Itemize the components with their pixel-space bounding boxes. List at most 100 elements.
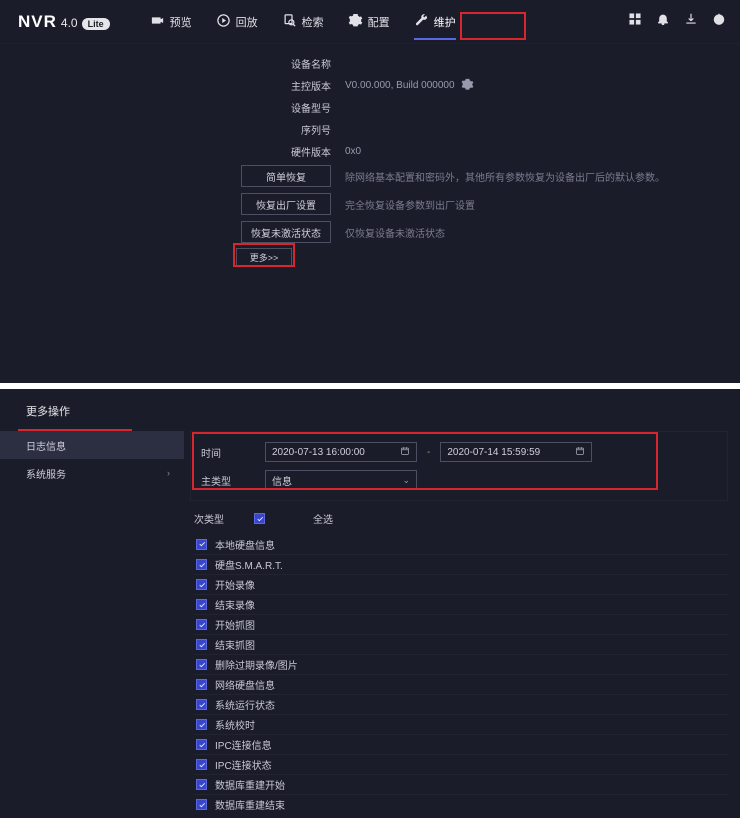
nav-maintenance-label: 维护 xyxy=(434,14,456,30)
nav-config-label: 配置 xyxy=(368,14,390,30)
sidebar-item-sys-service-label: 系统服务 xyxy=(26,466,66,481)
label-time: 时间 xyxy=(201,445,265,460)
power-icon[interactable] xyxy=(712,12,726,31)
subtype-checkbox[interactable] xyxy=(196,699,207,710)
subtype-row: 开始抓图 xyxy=(194,614,728,634)
subtype-row: IPC连接状态 xyxy=(194,754,728,774)
label-firmware: 主控版本 xyxy=(0,78,345,93)
subtype-label: 系统运行状态 xyxy=(215,697,275,712)
main-type-value: 信息 xyxy=(272,473,292,488)
subtype-checkbox[interactable] xyxy=(196,639,207,650)
subtype-label: 网络硬盘信息 xyxy=(215,677,275,692)
firmware-settings-icon[interactable] xyxy=(461,78,475,92)
search-doc-icon xyxy=(282,13,297,31)
subtype-label: 开始录像 xyxy=(215,577,255,592)
label-device-name: 设备名称 xyxy=(0,56,345,71)
subtype-row: 硬盘S.M.A.R.T. xyxy=(194,554,728,574)
label-serial: 序列号 xyxy=(0,122,345,137)
subtype-checkbox[interactable] xyxy=(196,799,207,810)
subtype-checkbox[interactable] xyxy=(196,719,207,730)
brand-version: 4.0 xyxy=(61,16,78,30)
more-button[interactable]: 更多>> xyxy=(236,248,292,266)
subtype-checkbox[interactable] xyxy=(196,739,207,750)
nav-preview[interactable]: 预览 xyxy=(138,0,204,44)
subtype-label: 开始抓图 xyxy=(215,617,255,632)
select-all-checkbox[interactable] xyxy=(254,513,265,524)
nav-playback-label: 回放 xyxy=(236,14,258,30)
subtype-label: 数据库重建开始 xyxy=(215,777,285,792)
value-firmware: V0.00.000, Build 000000 xyxy=(345,80,455,91)
subtype-checkbox[interactable] xyxy=(196,599,207,610)
nav-config[interactable]: 配置 xyxy=(336,0,402,44)
subtype-row: 数据库重建结束 xyxy=(194,794,728,814)
time-dash: - xyxy=(427,447,430,458)
simple-restore-desc: 除网络基本配置和密码外，其他所有参数恢复为设备出厂后的默认参数。 xyxy=(345,169,665,184)
main-type-select[interactable]: 信息 ⌄ xyxy=(265,470,417,490)
nav-preview-label: 预览 xyxy=(170,14,192,30)
subtype-label: 数据库重建结束 xyxy=(215,797,285,812)
sidebar-item-sys-service[interactable]: 系统服务 › xyxy=(0,459,184,487)
more-ops-panel: 更多操作 日志信息 系统服务 › 时间 2020-07-13 16:00:00 … xyxy=(0,389,740,818)
brand-name: NVR xyxy=(18,12,57,32)
log-content: 时间 2020-07-13 16:00:00 - 2020-07-14 15:5… xyxy=(184,431,740,814)
brand-logo: NVR 4.0 Lite xyxy=(18,12,110,32)
subtype-row: 结束抓图 xyxy=(194,634,728,654)
play-circle-icon xyxy=(216,13,231,31)
inactive-restore-desc: 仅恢复设备未激活状态 xyxy=(345,225,445,240)
subtype-row: 删除过期录像/图片 xyxy=(194,654,728,674)
bell-icon[interactable] xyxy=(656,12,670,31)
subtype-label: 结束抓图 xyxy=(215,637,255,652)
subtype-label: 结束录像 xyxy=(215,597,255,612)
nav-search[interactable]: 检索 xyxy=(270,0,336,44)
subtype-checkbox[interactable] xyxy=(196,659,207,670)
subtype-label: IPC连接状态 xyxy=(215,757,272,772)
nav-playback[interactable]: 回放 xyxy=(204,0,270,44)
gear-icon xyxy=(348,13,363,31)
wrench-icon xyxy=(414,13,429,31)
calendar-icon xyxy=(575,446,585,459)
subtype-row: 数据库重建开始 xyxy=(194,774,728,794)
nav-maintenance[interactable]: 维护 xyxy=(402,0,468,44)
more-ops-title: 更多操作 xyxy=(0,389,740,431)
subtype-row: 系统校时 xyxy=(194,714,728,734)
subtype-label: 本地硬盘信息 xyxy=(215,537,275,552)
download-icon[interactable] xyxy=(684,12,698,31)
maintenance-panel: NVR 4.0 Lite 预览 回放 检索 配置 维护 xyxy=(0,0,740,383)
label-sub-type: 次类型 xyxy=(194,511,254,526)
nav-search-label: 检索 xyxy=(302,14,324,30)
subtype-checkbox[interactable] xyxy=(196,759,207,770)
device-info: 设备名称 主控版本 V0.00.000, Build 000000 设备型号 序… xyxy=(0,52,740,246)
more-ops-sidebar: 日志信息 系统服务 › xyxy=(0,431,184,814)
chevron-down-icon: ⌄ xyxy=(402,475,410,486)
main-nav: 预览 回放 检索 配置 维护 xyxy=(138,0,468,44)
top-bar: NVR 4.0 Lite 预览 回放 检索 配置 维护 xyxy=(0,0,740,44)
subtype-row: 系统运行状态 xyxy=(194,694,728,714)
factory-restore-desc: 完全恢复设备参数到出厂设置 xyxy=(345,197,475,212)
subtype-checkbox[interactable] xyxy=(196,679,207,690)
subtype-row: 网络硬盘信息 xyxy=(194,674,728,694)
factory-restore-button[interactable]: 恢复出厂设置 xyxy=(241,193,331,215)
subtype-checkbox[interactable] xyxy=(196,579,207,590)
subtype-checkbox[interactable] xyxy=(196,559,207,570)
subtype-checkbox[interactable] xyxy=(196,619,207,630)
value-hardware: 0x0 xyxy=(345,146,361,157)
sidebar-item-log-label: 日志信息 xyxy=(26,438,66,453)
start-time-value: 2020-07-13 16:00:00 xyxy=(272,447,365,458)
grid-icon[interactable] xyxy=(628,12,642,31)
subtype-row: IPC连接信息 xyxy=(194,734,728,754)
subtype-label: 系统校时 xyxy=(215,717,255,732)
inactive-restore-button[interactable]: 恢复未激活状态 xyxy=(241,221,331,243)
calendar-icon xyxy=(400,446,410,459)
subtype-checkbox[interactable] xyxy=(196,779,207,790)
subtype-checkbox[interactable] xyxy=(196,539,207,550)
subtype-label: IPC连接信息 xyxy=(215,737,272,752)
sidebar-item-log[interactable]: 日志信息 xyxy=(0,431,184,459)
subtype-row: 结束录像 xyxy=(194,594,728,614)
start-time-input[interactable]: 2020-07-13 16:00:00 xyxy=(265,442,417,462)
subtype-list: 本地硬盘信息硬盘S.M.A.R.T. 开始录像结束录像开始抓图结束抓图删除过期录像… xyxy=(194,534,728,814)
label-model: 设备型号 xyxy=(0,100,345,115)
brand-edition: Lite xyxy=(82,18,110,30)
simple-restore-button[interactable]: 简单恢复 xyxy=(241,165,331,187)
topbar-right xyxy=(628,12,726,31)
end-time-input[interactable]: 2020-07-14 15:59:59 xyxy=(440,442,592,462)
